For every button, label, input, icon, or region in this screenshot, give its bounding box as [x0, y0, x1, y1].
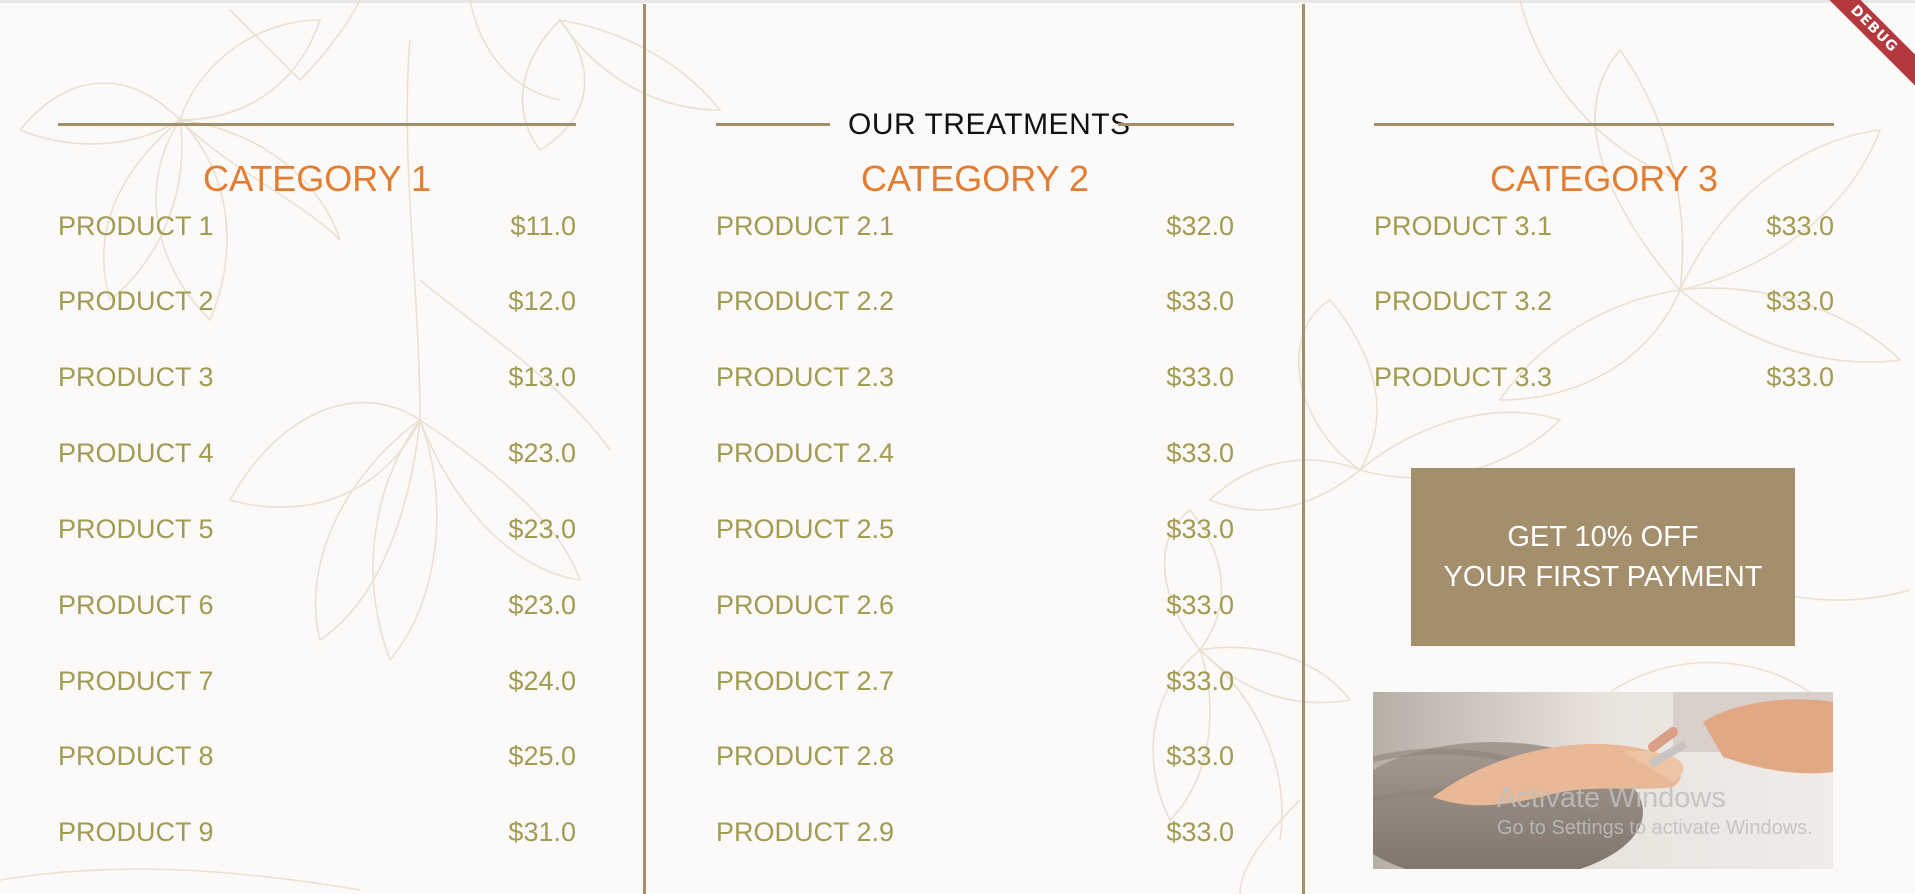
- product-name: PRODUCT 3.2: [1374, 285, 1553, 316]
- product-row[interactable]: PRODUCT 2.4 $33.0: [716, 433, 1234, 473]
- product-price: $31.0: [508, 816, 576, 847]
- product-price: $33.0: [1766, 361, 1834, 392]
- product-row[interactable]: PRODUCT 2.3 $33.0: [716, 357, 1234, 397]
- product-name: PRODUCT 2.1: [716, 210, 895, 241]
- section-rule-left: [716, 123, 830, 126]
- promo-discount-banner[interactable]: GET 10% OFF YOUR FIRST PAYMENT: [1411, 468, 1795, 646]
- product-name: PRODUCT 4: [58, 437, 214, 468]
- product-price: $13.0: [508, 361, 576, 392]
- promo-line-1: GET 10% OFF: [1507, 521, 1699, 553]
- product-name: PRODUCT 8: [58, 740, 214, 771]
- product-name: PRODUCT 2.5: [716, 513, 895, 544]
- product-name: PRODUCT 2.7: [716, 665, 895, 696]
- product-price: $23.0: [508, 513, 576, 544]
- product-price: $33.0: [1166, 665, 1234, 696]
- product-price: $33.0: [1166, 589, 1234, 620]
- product-price: $32.0: [1166, 210, 1234, 241]
- product-name: PRODUCT 5: [58, 513, 214, 544]
- product-price: $12.0: [508, 285, 576, 316]
- product-row[interactable]: PRODUCT 3.2 $33.0: [1374, 281, 1834, 321]
- product-price: $11.0: [510, 210, 576, 241]
- product-name: PRODUCT 7: [58, 665, 214, 696]
- product-name: PRODUCT 3.1: [1374, 210, 1553, 241]
- product-name: PRODUCT 2.3: [716, 361, 895, 392]
- product-row[interactable]: PRODUCT 3.3 $33.0: [1374, 357, 1834, 397]
- product-row[interactable]: PRODUCT 9 $31.0: [58, 812, 576, 852]
- product-name: PRODUCT 2.8: [716, 740, 895, 771]
- product-price: $33.0: [1166, 361, 1234, 392]
- product-price: $33.0: [1166, 816, 1234, 847]
- product-price: $33.0: [1766, 285, 1834, 316]
- product-row[interactable]: PRODUCT 2.7 $33.0: [716, 661, 1234, 701]
- product-row[interactable]: PRODUCT 7 $24.0: [58, 661, 576, 701]
- column-divider-2: [1302, 4, 1305, 894]
- product-row[interactable]: PRODUCT 6 $23.0: [58, 585, 576, 625]
- product-row[interactable]: PRODUCT 2 $12.0: [58, 281, 576, 321]
- debug-banner: DEBUG: [1813, 0, 1915, 90]
- category-2-title: CATEGORY 2: [860, 158, 1090, 199]
- treatments-page: CATEGORY 1 PRODUCT 1 $11.0 PRODUCT 2 $12…: [0, 0, 1915, 894]
- category-3-rule: [1374, 123, 1834, 126]
- product-price: $33.0: [1166, 513, 1234, 544]
- product-row[interactable]: PRODUCT 4 $23.0: [58, 433, 576, 473]
- product-row[interactable]: PRODUCT 3 $13.0: [58, 357, 576, 397]
- product-name: PRODUCT 2.4: [716, 437, 895, 468]
- manicure-photo: [1373, 692, 1833, 869]
- product-price: $24.0: [508, 665, 576, 696]
- product-row[interactable]: PRODUCT 2.8 $33.0: [716, 736, 1234, 776]
- product-price: $33.0: [1166, 740, 1234, 771]
- product-price: $33.0: [1166, 285, 1234, 316]
- product-row[interactable]: PRODUCT 5 $23.0: [58, 509, 576, 549]
- product-row[interactable]: PRODUCT 2.2 $33.0: [716, 281, 1234, 321]
- product-price: $33.0: [1166, 437, 1234, 468]
- product-price: $23.0: [508, 589, 576, 620]
- section-rule-right: [1118, 123, 1234, 126]
- product-name: PRODUCT 2.2: [716, 285, 895, 316]
- product-row[interactable]: PRODUCT 8 $25.0: [58, 736, 576, 776]
- product-row[interactable]: PRODUCT 2.5 $33.0: [716, 509, 1234, 549]
- category-1-title: CATEGORY 1: [202, 158, 432, 199]
- product-name: PRODUCT 2.6: [716, 589, 895, 620]
- product-price: $23.0: [508, 437, 576, 468]
- promo-line-2: YOUR FIRST PAYMENT: [1443, 561, 1763, 593]
- product-row[interactable]: PRODUCT 1 $11.0: [58, 206, 576, 246]
- product-name: PRODUCT 1: [58, 210, 214, 241]
- section-title: OUR TREATMENTS: [848, 108, 1131, 141]
- product-row[interactable]: PRODUCT 3.1 $33.0: [1374, 206, 1834, 246]
- top-border: [0, 0, 1915, 3]
- category-1-rule: [58, 123, 576, 126]
- product-name: PRODUCT 6: [58, 589, 214, 620]
- product-price: $33.0: [1766, 210, 1834, 241]
- product-row[interactable]: PRODUCT 2.9 $33.0: [716, 812, 1234, 852]
- column-divider-1: [643, 4, 646, 894]
- product-name: PRODUCT 3.3: [1374, 361, 1553, 392]
- product-row[interactable]: PRODUCT 2.1 $32.0: [716, 206, 1234, 246]
- product-name: PRODUCT 9: [58, 816, 214, 847]
- product-price: $25.0: [508, 740, 576, 771]
- product-name: PRODUCT 2.9: [716, 816, 895, 847]
- product-name: PRODUCT 2: [58, 285, 214, 316]
- category-3-title: CATEGORY 3: [1489, 158, 1719, 199]
- product-row[interactable]: PRODUCT 2.6 $33.0: [716, 585, 1234, 625]
- product-name: PRODUCT 3: [58, 361, 214, 392]
